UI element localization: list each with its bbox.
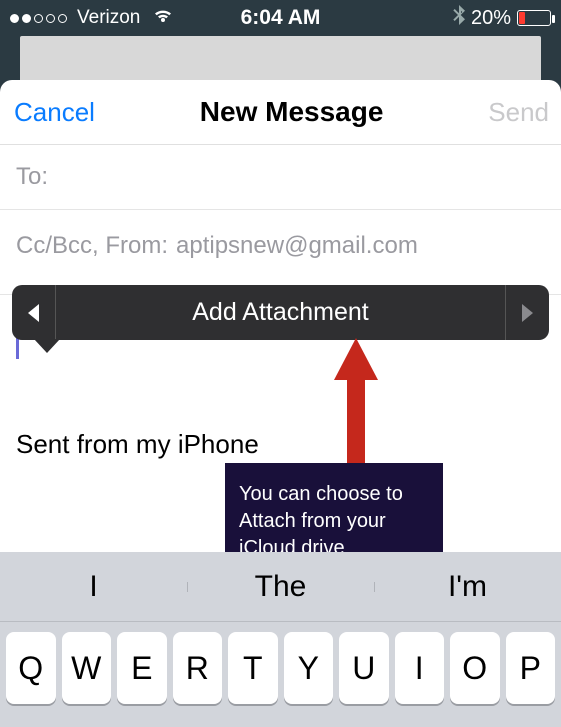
context-next-button[interactable] [505,285,549,340]
context-prev-button[interactable] [12,285,56,340]
screen: Verizon 6:04 AM 20% Cancel New Message S… [0,0,561,727]
to-label: To: [16,163,48,191]
key-o[interactable]: O [450,632,500,704]
key-r[interactable]: R [173,632,223,704]
status-bar: Verizon 6:04 AM 20% [0,0,561,36]
context-menu-tail [34,339,60,353]
keyboard: I The I'm Q W E R T Y U I O P [0,552,561,727]
battery-fill [519,12,525,24]
from-value: aptipsnew@gmail.com [176,232,418,260]
prediction-suggestion[interactable]: I'm [374,570,561,604]
key-e[interactable]: E [117,632,167,704]
sheet-header: Cancel New Message Send [0,80,561,145]
key-row: Q W E R T Y U I O P [0,622,561,704]
annotation-arrow [343,338,369,476]
prediction-suggestion[interactable]: I [0,570,187,604]
context-menu: Add Attachment [12,285,549,340]
key-w[interactable]: W [62,632,112,704]
background-strip [20,36,541,81]
ccbcc-label: Cc/Bcc, From: [16,232,168,260]
add-attachment-button[interactable]: Add Attachment [56,298,505,327]
prediction-suggestion[interactable]: The [187,570,374,604]
battery-icon [517,10,551,26]
cancel-button[interactable]: Cancel [14,97,95,128]
chevron-right-icon [522,304,533,322]
key-u[interactable]: U [339,632,389,704]
clock: 6:04 AM [0,6,561,30]
key-y[interactable]: Y [284,632,334,704]
ccbcc-from-row[interactable]: Cc/Bcc, From: aptipsnew@gmail.com [0,210,561,295]
key-t[interactable]: T [228,632,278,704]
key-i[interactable]: I [395,632,445,704]
chevron-left-icon [28,304,39,322]
sheet-title: New Message [95,96,488,128]
key-q[interactable]: Q [6,632,56,704]
key-p[interactable]: P [506,632,556,704]
to-row[interactable]: To: [0,145,561,210]
prediction-row: I The I'm [0,552,561,622]
send-button[interactable]: Send [488,97,549,128]
arrow-up-icon [334,338,378,380]
signature-text: Sent from my iPhone [16,429,545,460]
